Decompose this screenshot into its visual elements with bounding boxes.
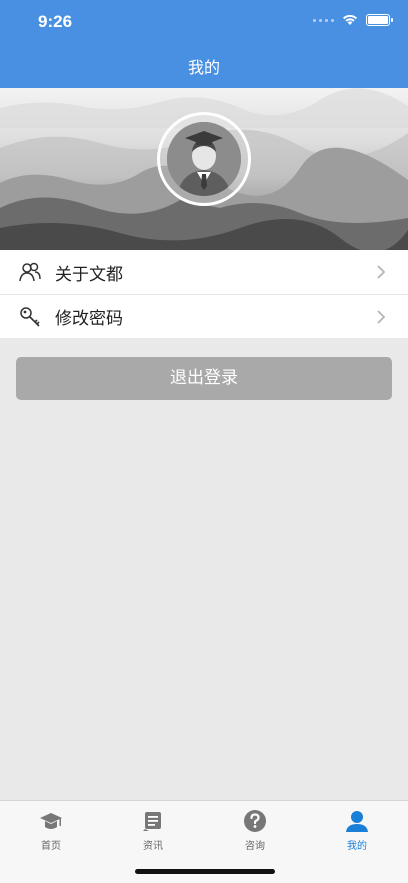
chevron-right-icon xyxy=(377,265,386,279)
tab-consult[interactable]: 咨询 xyxy=(204,809,306,852)
menu-item-change-password[interactable]: 修改密码 xyxy=(0,294,408,338)
menu-label-about: 关于文都 xyxy=(55,264,123,285)
graduation-cap-icon xyxy=(40,813,62,829)
chevron-right-icon xyxy=(377,310,386,324)
tab-home[interactable]: 首页 xyxy=(0,809,102,852)
key-icon xyxy=(20,307,40,327)
logout-button[interactable]: 退出登录 xyxy=(16,357,392,400)
status-time: 9:26 xyxy=(38,12,73,31)
home-indicator xyxy=(135,869,275,874)
avatar[interactable] xyxy=(157,112,251,206)
profile-header-banner xyxy=(0,88,408,250)
tab-mine[interactable]: 我的 xyxy=(306,809,408,852)
settings-menu: 关于文都 修改密码 xyxy=(0,250,408,338)
user-icon xyxy=(346,811,368,832)
status-icons xyxy=(313,14,393,26)
page-title: 我的 xyxy=(187,58,220,77)
news-icon xyxy=(143,812,161,831)
user-avatar-icon xyxy=(167,122,241,196)
signal-icon xyxy=(313,18,334,22)
tab-label-news: 资讯 xyxy=(143,841,163,852)
top-bar: 9:26 我的 xyxy=(0,0,408,88)
tab-news[interactable]: 资讯 xyxy=(102,809,204,852)
menu-item-about[interactable]: 关于文都 xyxy=(0,250,408,294)
wifi-icon xyxy=(343,14,357,25)
menu-label-change-password: 修改密码 xyxy=(55,309,123,329)
question-icon xyxy=(244,810,266,832)
people-icon xyxy=(19,262,41,282)
tab-label-home: 首页 xyxy=(41,841,61,852)
tab-label-consult: 咨询 xyxy=(245,841,265,852)
tab-label-mine: 我的 xyxy=(347,841,367,852)
battery-icon xyxy=(366,14,393,26)
